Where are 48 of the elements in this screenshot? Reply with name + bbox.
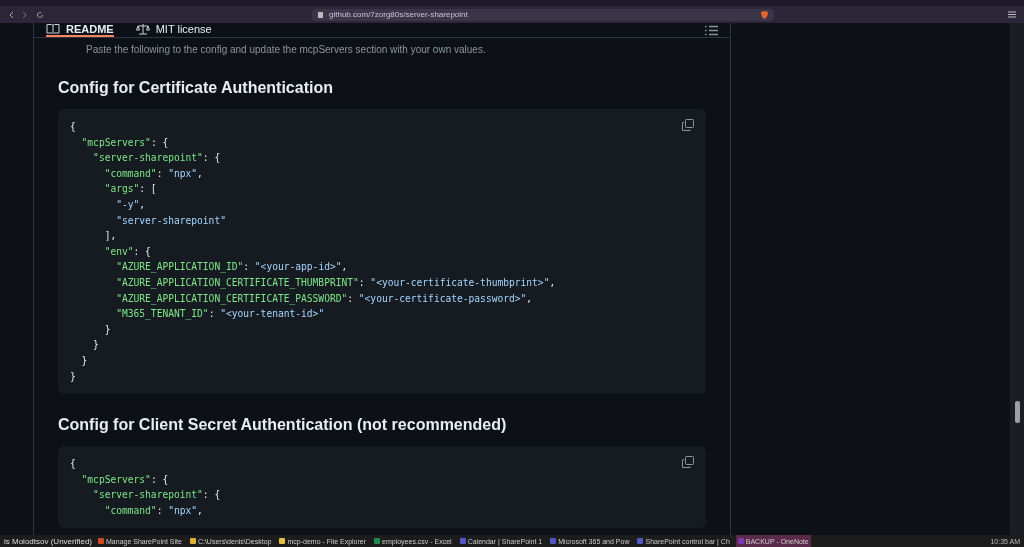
readme-tab[interactable]: MIT license <box>135 23 212 37</box>
app-icon <box>374 538 381 544</box>
code-line: "server-sharepoint" <box>115 213 226 228</box>
url-text: github.com/7zorg80s/server-sharepoint <box>329 10 469 19</box>
code-line: "AZURE_APPLICATION_CERTIFICATE_PASSWORD": "<your-certificate-password>", <box>115 291 533 307</box>
address-bar[interactable]: github.com/7zorg80s/server-sharepoint <box>312 8 774 21</box>
code-line: "mcpServers": { <box>80 472 169 487</box>
scale-icon <box>135 23 150 35</box>
book-icon <box>46 23 60 35</box>
code-line: "-y", <box>115 197 146 212</box>
app-icon <box>550 538 557 544</box>
code-line: "M365_TENANT_ID": "<your-tenant-id>" <box>115 307 325 322</box>
section-heading: Config for Certificate Authentication <box>58 79 334 97</box>
copy-icon[interactable] <box>682 456 694 469</box>
outline-icon[interactable] <box>705 24 718 36</box>
app-icon <box>98 538 105 544</box>
app-icon <box>189 538 196 544</box>
app-icon <box>637 538 644 544</box>
code-line: "server-sharepoint": { <box>92 151 221 166</box>
code-line: } <box>103 322 111 337</box>
code-line: "server-sharepoint": { <box>92 488 221 503</box>
app-icon <box>737 538 744 544</box>
code-line: "args": [ <box>103 182 157 197</box>
readme-tab[interactable]: README <box>46 23 114 37</box>
code-line: } <box>92 338 99 353</box>
code-line: "AZURE_APPLICATION_CERTIFICATE_THUMBPRINT": "<your-certificate-thumbprint>", <box>115 275 556 291</box>
shield-icon[interactable] <box>761 10 768 19</box>
code-line: { <box>70 120 76 134</box>
copy-icon[interactable] <box>682 119 694 131</box>
scrollbar[interactable] <box>1010 23 1024 535</box>
code-line: } <box>70 369 76 384</box>
code-line: "AZURE_APPLICATION_ID": "<your-app-id>", <box>115 260 348 275</box>
code-line: "env": { <box>103 244 151 259</box>
app-icon <box>459 538 466 544</box>
user-label: is Molodtsov (Unverified) <box>4 536 93 546</box>
code-line: } <box>80 353 88 368</box>
code-line: ], <box>103 229 117 244</box>
code-line: "command": "npx", <box>103 503 203 518</box>
code-line: { <box>70 457 76 472</box>
forward-icon[interactable] <box>22 10 28 19</box>
reload-icon[interactable] <box>36 10 44 19</box>
back-icon[interactable] <box>8 10 14 19</box>
code-line: "mcpServers": { <box>80 135 169 150</box>
menu-icon[interactable] <box>1008 11 1016 18</box>
code-line: "command": "npx", <box>103 166 203 181</box>
intro-text: Paste the following to the config and update the mcpServers section with your own values. <box>86 44 487 55</box>
section-heading: Config for Client Secret Authentication (not recommended) <box>58 416 508 435</box>
app-icon <box>279 538 286 544</box>
